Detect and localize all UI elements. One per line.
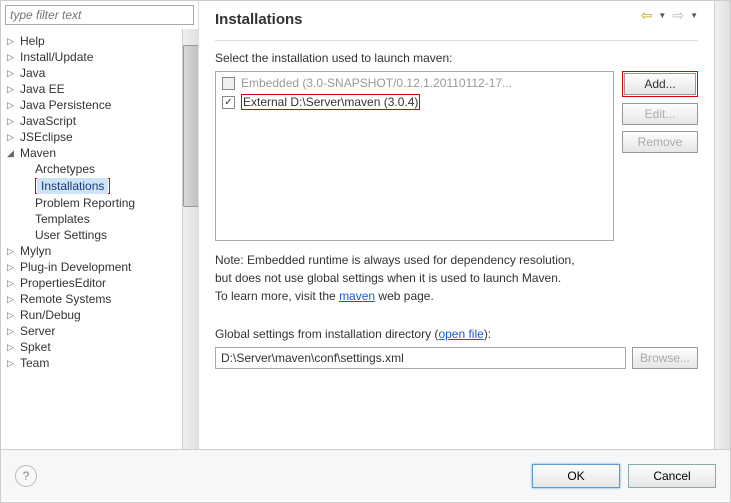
tree-item[interactable]: ▷ Java bbox=[3, 65, 180, 81]
caret-right-icon: ▷ bbox=[5, 294, 16, 305]
tree-item[interactable]: ▷ Remote Systems bbox=[3, 291, 180, 307]
footer: ? OK Cancel bbox=[1, 449, 730, 501]
tree-label: Remote Systems bbox=[20, 292, 111, 306]
tree-label: Installations bbox=[37, 178, 108, 194]
nav-toolbar: ⇦ ▼ ⇨ ▼ bbox=[641, 7, 698, 24]
help-icon[interactable]: ? bbox=[15, 465, 37, 487]
tree-label: JavaScript bbox=[20, 114, 76, 128]
ok-button[interactable]: OK bbox=[532, 464, 620, 488]
tree-item[interactable]: ▷ Server bbox=[3, 323, 180, 339]
caret-right-icon: ▷ bbox=[5, 278, 16, 289]
tree-label: Problem Reporting bbox=[35, 196, 135, 210]
caret-right-icon: ▷ bbox=[5, 132, 16, 143]
remove-button[interactable]: Remove bbox=[622, 131, 698, 153]
main-panel: Installations ⇦ ▼ ⇨ ▼ Select the installat… bbox=[199, 1, 714, 449]
note-text: Note: Embedded runtime is always used fo… bbox=[215, 251, 698, 305]
caret-right-icon: ▷ bbox=[5, 310, 16, 321]
forward-icon[interactable]: ⇨ bbox=[672, 7, 684, 24]
caret-right-icon: ▷ bbox=[5, 358, 16, 369]
tree-item[interactable]: Installations bbox=[3, 177, 180, 195]
open-file-link[interactable]: open file bbox=[438, 327, 483, 341]
installation-row[interactable]: Embedded (3.0-SNAPSHOT/0.12.1.20110112-1… bbox=[218, 74, 611, 92]
tree-label: Server bbox=[20, 324, 55, 338]
preferences-tree: ▷ Help ▷ Install/Update ▷ Java ▷ Java EE ▷ Java P… bbox=[1, 29, 182, 449]
add-button[interactable]: Add... bbox=[624, 73, 696, 95]
tree-label: Mylyn bbox=[20, 244, 51, 258]
tree-item[interactable]: ▷ Spket bbox=[3, 339, 180, 355]
tree-label: Plug-in Development bbox=[20, 260, 131, 274]
filter-input[interactable] bbox=[5, 5, 194, 25]
tree-item[interactable]: ▷ PropertiesEditor bbox=[3, 275, 180, 291]
tree-label: User Settings bbox=[35, 228, 107, 242]
tree-label: Install/Update bbox=[20, 50, 93, 64]
tree-label: Java Persistence bbox=[20, 98, 111, 112]
maven-link[interactable]: maven bbox=[339, 289, 375, 303]
tree-label: JSEclipse bbox=[20, 130, 73, 144]
tree-item[interactable]: Templates bbox=[3, 211, 180, 227]
tree-item[interactable]: User Settings bbox=[3, 227, 180, 243]
tree-label: Templates bbox=[35, 212, 90, 226]
caret-right-icon: ▷ bbox=[5, 68, 16, 79]
tree-item[interactable]: ▷ Help bbox=[3, 33, 180, 49]
caret-down-icon: ◢ bbox=[5, 148, 16, 159]
caret-right-icon: ▷ bbox=[5, 52, 16, 63]
tree-label: PropertiesEditor bbox=[20, 276, 106, 290]
tree-label: Help bbox=[20, 34, 45, 48]
installation-row[interactable]: External D:\Server\maven (3.0.4) bbox=[218, 92, 611, 112]
back-icon[interactable]: ⇦ bbox=[641, 7, 653, 24]
tree-item[interactable]: ▷ Mylyn bbox=[3, 243, 180, 259]
global-settings-label: Global settings from installation direct… bbox=[215, 327, 698, 341]
tree-item[interactable]: Archetypes bbox=[3, 161, 180, 177]
tree-item[interactable]: ▷ Java Persistence bbox=[3, 97, 180, 113]
forward-dropdown-icon[interactable]: ▼ bbox=[690, 11, 698, 20]
caret-right-icon: ▷ bbox=[5, 84, 16, 95]
tree-item[interactable]: ▷ JSEclipse bbox=[3, 129, 180, 145]
tree-item[interactable]: ▷ Team bbox=[3, 355, 180, 371]
tree-label: Java bbox=[20, 66, 45, 80]
global-settings-path[interactable] bbox=[215, 347, 626, 369]
sidebar: ▷ Help ▷ Install/Update ▷ Java ▷ Java EE ▷ Java P… bbox=[1, 1, 199, 449]
tree-item[interactable]: ◢ Maven bbox=[3, 145, 180, 161]
tree-item[interactable]: ▷ JavaScript bbox=[3, 113, 180, 129]
checkbox[interactable] bbox=[222, 96, 235, 109]
caret-right-icon: ▷ bbox=[5, 342, 16, 353]
tree-item[interactable]: ▷ Java EE bbox=[3, 81, 180, 97]
caret-right-icon: ▷ bbox=[5, 326, 16, 337]
caret-right-icon: ▷ bbox=[5, 262, 16, 273]
installations-label: Select the installation used to launch m… bbox=[215, 51, 698, 65]
tree-label: Run/Debug bbox=[20, 308, 81, 322]
edit-button[interactable]: Edit... bbox=[622, 103, 698, 125]
installation-label: External D:\Server\maven (3.0.4) bbox=[243, 95, 418, 109]
browse-button[interactable]: Browse... bbox=[632, 347, 698, 369]
installations-list[interactable]: Embedded (3.0-SNAPSHOT/0.12.1.20110112-1… bbox=[215, 71, 614, 241]
tree-item[interactable]: Problem Reporting bbox=[3, 195, 180, 211]
tree-label: Team bbox=[20, 356, 49, 370]
tree-item[interactable]: ▷ Run/Debug bbox=[3, 307, 180, 323]
caret-right-icon: ▷ bbox=[5, 36, 16, 47]
page-title: Installations bbox=[215, 11, 303, 28]
checkbox bbox=[222, 77, 235, 90]
installation-label: Embedded (3.0-SNAPSHOT/0.12.1.20110112-1… bbox=[241, 76, 512, 90]
tree-item[interactable]: ▷ Plug-in Development bbox=[3, 259, 180, 275]
sidebar-scrollbar[interactable] bbox=[182, 29, 198, 449]
tree-item[interactable]: ▷ Install/Update bbox=[3, 49, 180, 65]
cancel-button[interactable]: Cancel bbox=[628, 464, 716, 488]
tree-label: Java EE bbox=[20, 82, 65, 96]
back-dropdown-icon[interactable]: ▼ bbox=[658, 11, 666, 20]
caret-right-icon: ▷ bbox=[5, 246, 16, 257]
caret-right-icon: ▷ bbox=[5, 100, 16, 111]
tree-label: Maven bbox=[20, 146, 56, 160]
caret-right-icon: ▷ bbox=[5, 116, 16, 127]
tree-label: Archetypes bbox=[35, 162, 95, 176]
main-scrollbar[interactable] bbox=[714, 1, 730, 449]
tree-label: Spket bbox=[20, 340, 51, 354]
